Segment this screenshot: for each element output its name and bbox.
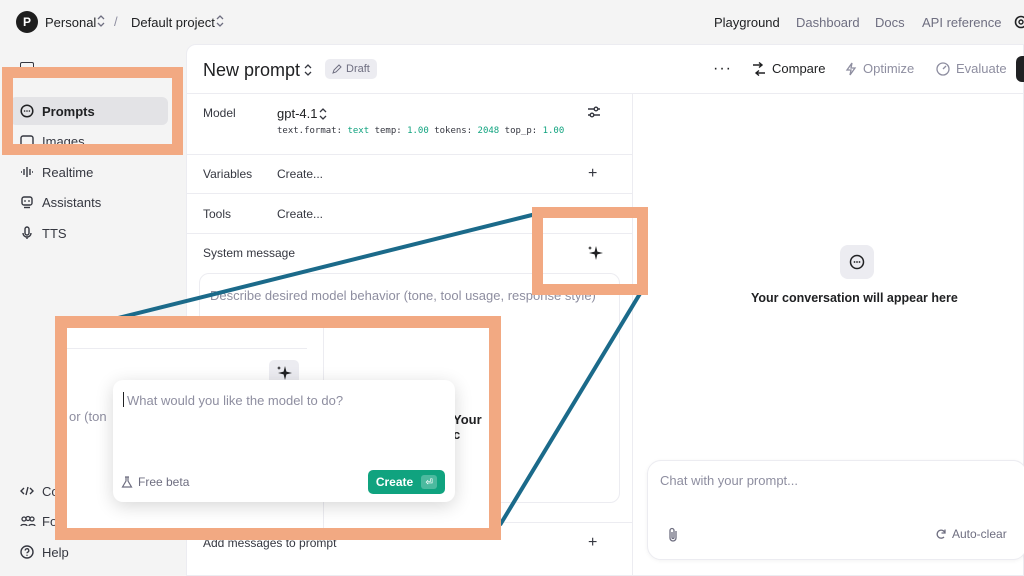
param-value: 2048 (477, 126, 500, 136)
evaluate-button[interactable]: Evaluate (936, 61, 1007, 76)
param-key: tokens: (434, 126, 473, 136)
org-avatar[interactable]: P (16, 11, 38, 33)
zoom-callout: or (ton Your c What would you like the m… (55, 316, 501, 540)
chat-bubble-icon (849, 254, 865, 270)
audio-wave-icon (20, 165, 34, 179)
conversation-empty-text: Your conversation will appear here (751, 291, 958, 305)
paperclip-icon[interactable] (667, 527, 679, 543)
generate-prompt-popover: What would you like the model to do? Fre… (113, 380, 455, 502)
project-name[interactable]: Default project (131, 15, 215, 30)
gauge-icon (936, 61, 950, 76)
sidebar-item-realtime[interactable]: Realtime (20, 162, 93, 182)
nav-docs[interactable]: Docs (875, 15, 905, 30)
org-selector-chevron-icon[interactable] (97, 15, 105, 27)
project-selector-chevron-icon[interactable] (216, 15, 224, 27)
compare-label: Compare (772, 61, 826, 76)
sidebar-item-label: Realtime (42, 164, 94, 180)
auto-clear-label: Auto-clear (952, 527, 1007, 541)
sidebar-item-forum[interactable]: Fo (20, 511, 57, 531)
draft-badge: Draft (325, 59, 377, 79)
divider (187, 193, 632, 194)
column-divider (632, 93, 633, 576)
nav-dashboard[interactable]: Dashboard (796, 15, 860, 30)
people-icon (20, 514, 36, 528)
add-variable-button[interactable]: + (588, 165, 597, 183)
highlight-box-sidebar (2, 67, 183, 155)
prompt-title[interactable]: New prompt (203, 60, 300, 81)
help-circle-icon (20, 545, 34, 559)
more-options-button[interactable]: ··· (713, 60, 732, 78)
run-button[interactable] (1016, 56, 1024, 82)
divider (187, 93, 1024, 94)
zoom-background-text: Your c (453, 412, 482, 442)
model-label: Model (203, 106, 236, 120)
sidebar-item-assistants[interactable]: Assistants (20, 192, 101, 212)
tools-label: Tools (203, 207, 232, 221)
nav-api-reference[interactable]: API reference (922, 15, 1002, 30)
param-value: 1.00 (407, 126, 429, 136)
sidebar-item-label: Assistants (42, 194, 102, 210)
microphone-icon (20, 226, 34, 240)
param-key: top_p: (504, 126, 538, 136)
tools-create[interactable]: Create... (277, 207, 323, 221)
sidebar-item-tts[interactable]: TTS (20, 223, 67, 243)
sidebar-item-help[interactable]: Help (20, 542, 69, 562)
title-selector-chevron-icon[interactable] (304, 64, 312, 76)
create-button[interactable]: Create ⏎ (368, 470, 445, 494)
edit-icon (332, 64, 342, 74)
param-key: text.format: (277, 126, 343, 136)
settings-gear-icon[interactable] (1013, 14, 1024, 30)
param-key: temp: (374, 126, 402, 136)
conversation-icon-box (840, 245, 874, 279)
sidebar-item-label: Help (42, 544, 69, 560)
highlight-box-sparkle (532, 207, 648, 295)
zoom-background-text: or (ton (69, 409, 107, 424)
nav-playground[interactable]: Playground (714, 15, 780, 30)
lightning-icon (845, 62, 857, 76)
auto-clear-button[interactable]: Auto-clear (935, 527, 1007, 541)
refresh-icon (935, 528, 947, 540)
free-beta-text: Free beta (138, 475, 190, 489)
model-params[interactable]: text.format: text temp: 1.00 tokens: 204… (277, 126, 564, 136)
breadcrumb-separator: / (114, 14, 118, 29)
divider (187, 154, 632, 155)
settings-sliders-icon[interactable] (587, 105, 601, 119)
create-label: Create (375, 475, 414, 489)
divider (67, 348, 307, 349)
flask-icon (121, 476, 133, 488)
enter-key-icon: ⏎ (421, 475, 438, 489)
draft-badge-label: Draft (346, 63, 370, 75)
add-message-button[interactable]: + (588, 534, 597, 552)
optimize-button[interactable]: Optimize (845, 61, 914, 76)
optimize-label: Optimize (863, 61, 915, 76)
variables-label: Variables (203, 167, 253, 181)
chat-input-placeholder[interactable]: Chat with your prompt... (660, 473, 798, 488)
sidebar-item-cookbook[interactable]: Co (20, 481, 59, 501)
org-name[interactable]: Personal (45, 15, 96, 30)
compare-button[interactable]: Compare (752, 61, 825, 76)
sidebar-item-label: TTS (42, 225, 67, 241)
code-icon (20, 484, 34, 498)
generate-prompt-input[interactable]: What would you like the model to do? (127, 393, 343, 408)
robot-icon (20, 195, 34, 209)
model-selector[interactable]: gpt-4.1 (277, 106, 317, 121)
model-chevron-icon[interactable] (319, 108, 327, 120)
compare-icon (752, 61, 766, 76)
free-beta-label: Free beta (121, 475, 189, 489)
text-cursor (123, 392, 124, 407)
param-value: 1.00 (542, 126, 565, 136)
variables-create[interactable]: Create... (277, 167, 323, 181)
param-value: text (347, 126, 370, 136)
evaluate-label: Evaluate (956, 61, 1007, 76)
system-message-label: System message (203, 246, 296, 260)
